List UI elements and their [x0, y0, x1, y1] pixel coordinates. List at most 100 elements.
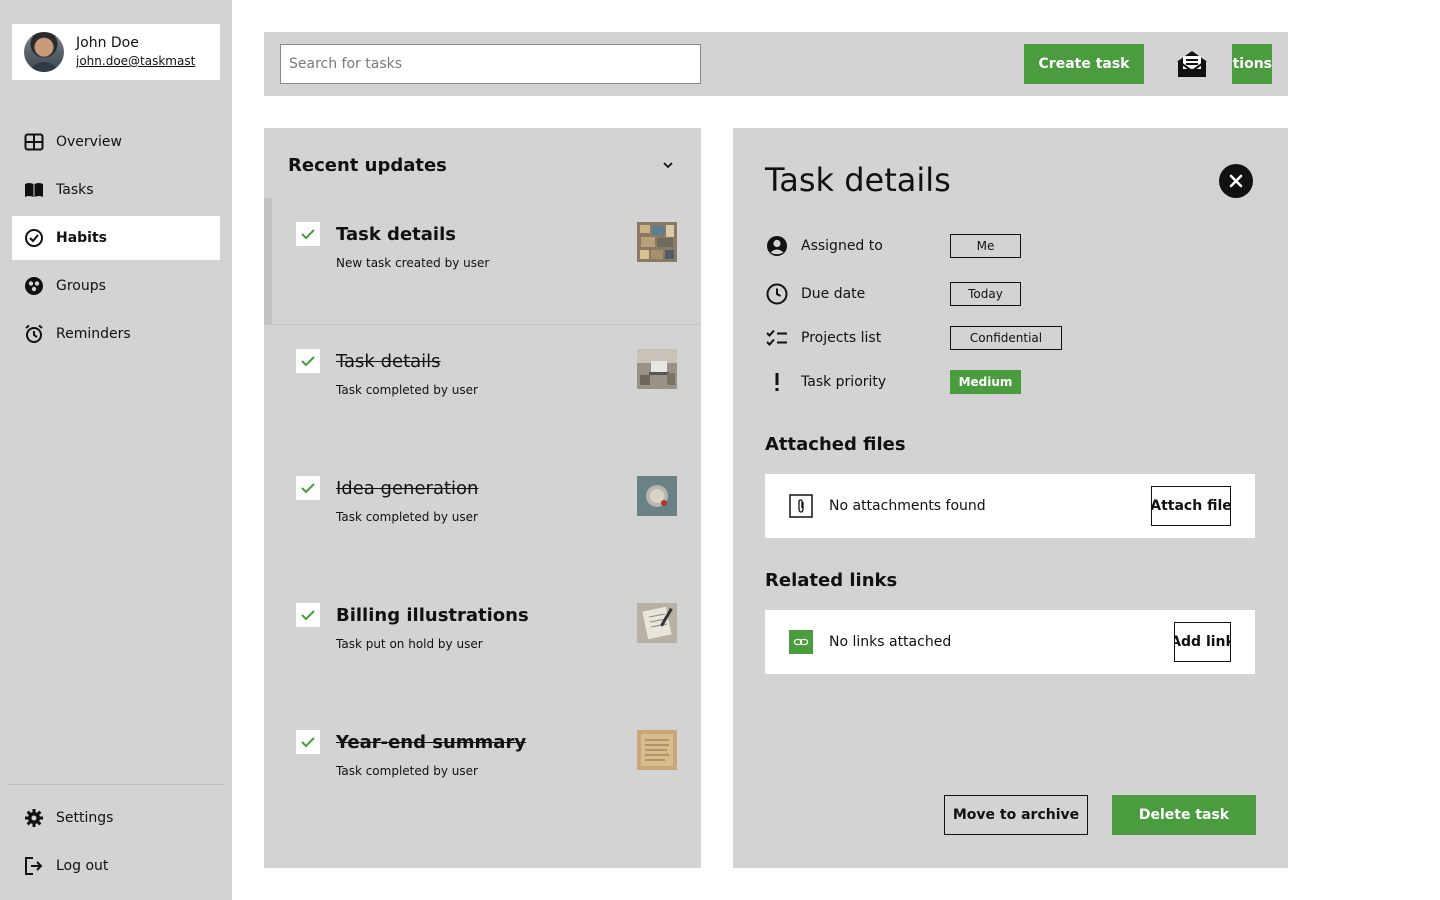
recent-updates-panel: Recent updates Task details New task cre… [264, 128, 701, 868]
check-icon [301, 483, 315, 494]
close-icon [1229, 174, 1243, 188]
due-date-chip[interactable]: Today [950, 282, 1021, 306]
update-title: Idea generation [336, 478, 479, 499]
options-button[interactable]: Options [1232, 44, 1272, 84]
user-profile-card[interactable]: John Doe john.doe@taskmast [12, 24, 220, 80]
sidebar-item-groups[interactable]: Groups [12, 264, 220, 308]
checkbox[interactable] [296, 730, 320, 754]
recent-updates-title: Recent updates [288, 154, 447, 176]
sidebar-divider [8, 784, 224, 785]
check-icon [301, 737, 315, 748]
clock-icon [765, 282, 789, 306]
property-task-priority: Task priority Medium [765, 369, 1021, 395]
update-subtitle: Task completed by user [336, 764, 478, 778]
gear-icon [24, 808, 44, 828]
checkbox[interactable] [296, 476, 320, 500]
book-icon [24, 180, 44, 200]
top-toolbar: Create task Options [264, 32, 1288, 96]
attachments-empty-text: No attachments found [829, 498, 986, 514]
alarm-icon [24, 324, 44, 344]
user-email[interactable]: john.doe@taskmast [76, 52, 200, 70]
sidebar-item-label: Log out [56, 858, 109, 874]
sidebar: John Doe john.doe@taskmast Overview Task… [0, 0, 232, 900]
check-circle-icon [24, 228, 44, 248]
task-thumbnail [637, 476, 677, 516]
check-icon [301, 356, 315, 367]
move-to-archive-button[interactable]: Move to archive [944, 795, 1088, 835]
assignee-chip[interactable]: Me [950, 234, 1021, 258]
links-box: No links attached Add link [765, 610, 1255, 674]
update-subtitle: Task completed by user [336, 510, 478, 524]
task-thumbnail [637, 730, 677, 770]
checkbox[interactable] [296, 222, 320, 246]
update-subtitle: Task completed by user [336, 383, 478, 397]
search-input[interactable] [280, 44, 701, 84]
task-thumbnail [637, 349, 677, 389]
close-button[interactable] [1219, 164, 1253, 198]
sidebar-item-overview[interactable]: Overview [12, 120, 220, 164]
property-label: Projects list [801, 330, 882, 346]
property-label: Due date [801, 286, 866, 302]
update-title: Billing illustrations [336, 605, 529, 626]
update-subtitle: New task created by user [336, 256, 490, 270]
update-subtitle: Task put on hold by user [336, 637, 483, 651]
logout-icon [24, 856, 44, 876]
update-title: Task details [336, 351, 441, 372]
sidebar-nav: Overview Tasks Habits Groups Reminders [12, 120, 220, 360]
sidebar-item-logout[interactable]: Log out [12, 844, 220, 888]
exclamation-icon [765, 370, 789, 394]
project-chip[interactable]: Confidential [950, 326, 1062, 350]
sidebar-item-label: Groups [56, 278, 106, 294]
property-projects-list: Projects list Confidential [765, 325, 1062, 351]
sidebar-item-reminders[interactable]: Reminders [12, 312, 220, 356]
add-link-button[interactable]: Add link [1174, 622, 1231, 662]
check-icon [301, 229, 315, 240]
list-item[interactable]: Year-end summary Task completed by user [264, 706, 701, 833]
sidebar-item-label: Tasks [56, 182, 94, 198]
sidebar-item-label: Settings [56, 810, 114, 826]
chevron-down-icon[interactable] [659, 156, 677, 174]
paperclip-icon [789, 494, 813, 518]
task-details-title: Task details [765, 161, 951, 199]
checklist-icon [765, 326, 789, 350]
recent-updates-header: Recent updates [288, 152, 677, 178]
link-icon [789, 630, 813, 654]
property-due-date: Due date Today [765, 281, 1021, 307]
user-circle-icon [765, 234, 789, 258]
sidebar-item-label: Reminders [56, 326, 131, 342]
updates-list: Task details New task created by user Ta… [264, 198, 701, 833]
attach-file-button[interactable]: Attach file [1151, 486, 1231, 526]
priority-chip[interactable]: Medium [950, 370, 1021, 394]
task-details-panel: Task details Assigned to Me Due date Tod… [733, 128, 1288, 868]
task-thumbnail [637, 222, 677, 262]
delete-task-button[interactable]: Delete task [1112, 795, 1256, 835]
sidebar-item-tasks[interactable]: Tasks [12, 168, 220, 212]
links-empty-text: No links attached [829, 634, 952, 650]
sidebar-item-habits[interactable]: Habits [12, 216, 220, 260]
property-label: Assigned to [801, 238, 883, 254]
update-title: Task details [336, 224, 456, 245]
list-item[interactable]: Task details Task completed by user [264, 325, 701, 452]
mail-icon[interactable] [1176, 48, 1208, 80]
sidebar-item-settings[interactable]: Settings [12, 796, 220, 840]
sidebar-item-label: Overview [56, 134, 122, 150]
update-title: Year-end summary [336, 732, 527, 753]
attachments-box: No attachments found Attach file [765, 474, 1255, 538]
checkbox[interactable] [296, 603, 320, 627]
related-links-title: Related links [765, 570, 898, 591]
list-item[interactable]: Billing illustrations Task put on hold b… [264, 579, 701, 706]
attached-files-title: Attached files [765, 434, 906, 455]
sidebar-item-label: Habits [56, 230, 108, 246]
avatar [24, 32, 64, 72]
checkbox[interactable] [296, 349, 320, 373]
sidebar-bottom-nav: Settings Log out [12, 796, 220, 892]
property-assigned-to: Assigned to Me [765, 233, 1021, 259]
overview-icon [24, 132, 44, 152]
property-label: Task priority [801, 374, 887, 390]
check-icon [301, 610, 315, 621]
groups-icon [24, 276, 44, 296]
list-item[interactable]: Task details New task created by user [264, 198, 701, 325]
create-task-button[interactable]: Create task [1024, 44, 1144, 84]
list-item[interactable]: Idea generation Task completed by user [264, 452, 701, 579]
task-thumbnail [637, 603, 677, 643]
